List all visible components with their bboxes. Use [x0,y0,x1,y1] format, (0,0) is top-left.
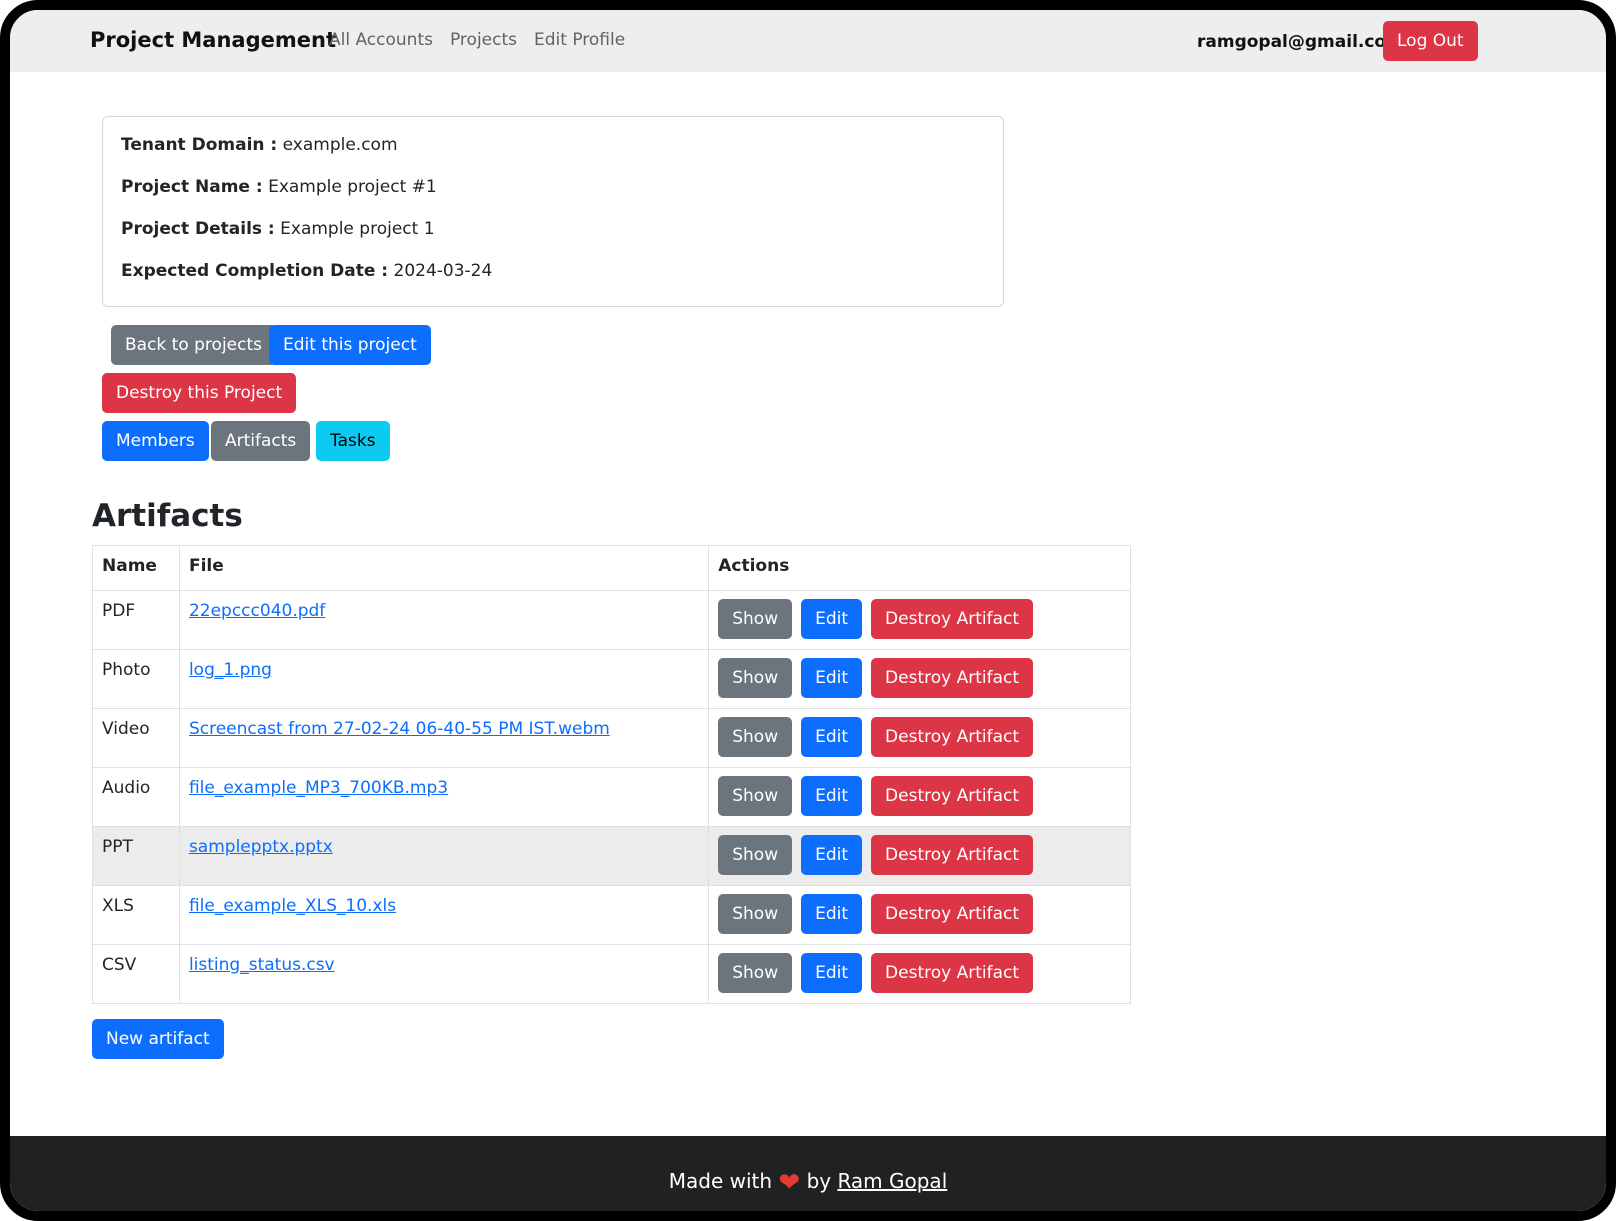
edit-artifact-button[interactable]: Edit [801,776,863,816]
project-details-value: Example project 1 [280,219,435,239]
artifact-actions: Show Edit Destroy Artifact [708,826,1131,886]
project-name-value: Example project #1 [268,177,437,197]
project-name-label: Project Name : [121,177,263,197]
author-link[interactable]: Ram Gopal [837,1169,947,1193]
tasks-button[interactable]: Tasks [316,421,390,461]
navbar: Project Management All Accounts Projects… [10,10,1606,72]
tenant-domain-label: Tenant Domain : [121,135,278,155]
nav-all-accounts[interactable]: All Accounts [329,30,433,50]
nav-edit-profile[interactable]: Edit Profile [534,30,625,50]
table-row: PDF 22epccc040.pdf Show Edit Destroy Art… [92,590,1131,650]
footer-by: by [806,1169,832,1193]
footer: Made with ❤ by Ram Gopal [10,1136,1606,1211]
artifact-name: CSV [92,944,180,1004]
project-info-card: Tenant Domain : example.com Project Name… [102,116,1004,307]
artifact-file-cell: samplepptx.pptx [178,826,710,886]
table-row: Video Screencast from 27-02-24 06-40-55 … [92,708,1131,768]
destroy-artifact-button[interactable]: Destroy Artifact [871,894,1034,934]
artifact-name: PPT [92,826,180,886]
artifact-name: Audio [92,767,180,827]
project-details-label: Project Details : [121,219,275,239]
app-frame: Project Management All Accounts Projects… [0,0,1616,1221]
artifact-actions: Show Edit Destroy Artifact [708,649,1131,709]
artifact-actions: Show Edit Destroy Artifact [708,708,1131,768]
project-details-line: Project Details : Example project 1 [121,219,435,239]
tenant-domain-line: Tenant Domain : example.com [121,135,398,155]
artifacts-heading: Artifacts [92,498,243,534]
user-email: ramgopal@gmail.com [1197,32,1404,52]
artifact-actions: Show Edit Destroy Artifact [708,767,1131,827]
edit-artifact-button[interactable]: Edit [801,658,863,698]
destroy-artifact-button[interactable]: Destroy Artifact [871,776,1034,816]
artifact-file-cell: 22epccc040.pdf [178,590,710,650]
table-row: Photo log_1.png Show Edit Destroy Artifa… [92,649,1131,709]
artifact-file-link[interactable]: file_example_MP3_700KB.mp3 [189,778,448,798]
column-header-name: Name [92,545,180,591]
destroy-artifact-button[interactable]: Destroy Artifact [871,717,1034,757]
table-header-row: Name File Actions [92,545,1131,591]
edit-artifact-button[interactable]: Edit [801,599,863,639]
table-row: CSV listing_status.csv Show Edit Destroy… [92,944,1131,1004]
artifact-file-cell: log_1.png [178,649,710,709]
artifact-file-cell: Screencast from 27-02-24 06-40-55 PM IST… [178,708,710,768]
tenant-domain-value: example.com [282,135,398,155]
artifact-actions: Show Edit Destroy Artifact [708,944,1131,1004]
destroy-artifact-button[interactable]: Destroy Artifact [871,599,1034,639]
show-artifact-button[interactable]: Show [718,599,793,639]
artifact-file-link[interactable]: Screencast from 27-02-24 06-40-55 PM IST… [189,719,610,739]
edit-artifact-button[interactable]: Edit [801,835,863,875]
show-artifact-button[interactable]: Show [718,776,793,816]
column-header-actions: Actions [708,545,1131,591]
artifact-file-link[interactable]: samplepptx.pptx [189,837,333,857]
logout-button[interactable]: Log Out [1383,21,1478,61]
artifacts-table: Name File Actions PDF 22epccc040.pdf Sho… [92,545,1131,1004]
members-button[interactable]: Members [102,421,209,461]
show-artifact-button[interactable]: Show [718,658,793,698]
table-row: Audio file_example_MP3_700KB.mp3 Show Ed… [92,767,1131,827]
nav-links: All Accounts Projects Edit Profile [329,30,625,50]
artifact-name: Photo [92,649,180,709]
table-row: PPT samplepptx.pptx Show Edit Destroy Ar… [92,826,1131,886]
new-artifact-button[interactable]: New artifact [92,1019,224,1059]
back-to-projects-button[interactable]: Back to projects [111,325,277,365]
destroy-project-button[interactable]: Destroy this Project [102,373,297,413]
show-artifact-button[interactable]: Show [718,953,793,993]
edit-artifact-button[interactable]: Edit [801,717,863,757]
artifact-file-cell: file_example_MP3_700KB.mp3 [178,767,710,827]
show-artifact-button[interactable]: Show [718,894,793,934]
heart-icon: ❤ [778,1168,801,1198]
show-artifact-button[interactable]: Show [718,835,793,875]
footer-made-with: Made with [668,1169,773,1193]
artifact-name: XLS [92,885,180,945]
artifact-name: PDF [92,590,180,650]
brand-link[interactable]: Project Management [90,28,336,52]
completion-date-value: 2024-03-24 [393,261,493,281]
destroy-artifact-button[interactable]: Destroy Artifact [871,835,1034,875]
artifact-file-cell: file_example_XLS_10.xls [178,885,710,945]
edit-artifact-button[interactable]: Edit [801,894,863,934]
destroy-artifact-button[interactable]: Destroy Artifact [871,953,1034,993]
show-artifact-button[interactable]: Show [718,717,793,757]
nav-projects[interactable]: Projects [450,30,517,50]
edit-project-button[interactable]: Edit this project [269,325,431,365]
artifacts-button[interactable]: Artifacts [211,421,311,461]
edit-artifact-button[interactable]: Edit [801,953,863,993]
artifact-file-link[interactable]: 22epccc040.pdf [189,601,325,621]
completion-date-label: Expected Completion Date : [121,261,389,281]
destroy-artifact-button[interactable]: Destroy Artifact [871,658,1034,698]
artifact-actions: Show Edit Destroy Artifact [708,885,1131,945]
artifact-name: Video [92,708,180,768]
artifact-file-link[interactable]: file_example_XLS_10.xls [189,896,396,916]
completion-date-line: Expected Completion Date : 2024-03-24 [121,261,492,281]
artifact-file-link[interactable]: listing_status.csv [189,955,335,975]
artifact-actions: Show Edit Destroy Artifact [708,590,1131,650]
artifact-file-cell: listing_status.csv [178,944,710,1004]
artifact-file-link[interactable]: log_1.png [189,660,272,680]
project-name-line: Project Name : Example project #1 [121,177,437,197]
footer-credit: Made with ❤ by Ram Gopal [10,1168,1606,1198]
column-header-file: File [178,545,710,591]
table-row: XLS file_example_XLS_10.xls Show Edit De… [92,885,1131,945]
